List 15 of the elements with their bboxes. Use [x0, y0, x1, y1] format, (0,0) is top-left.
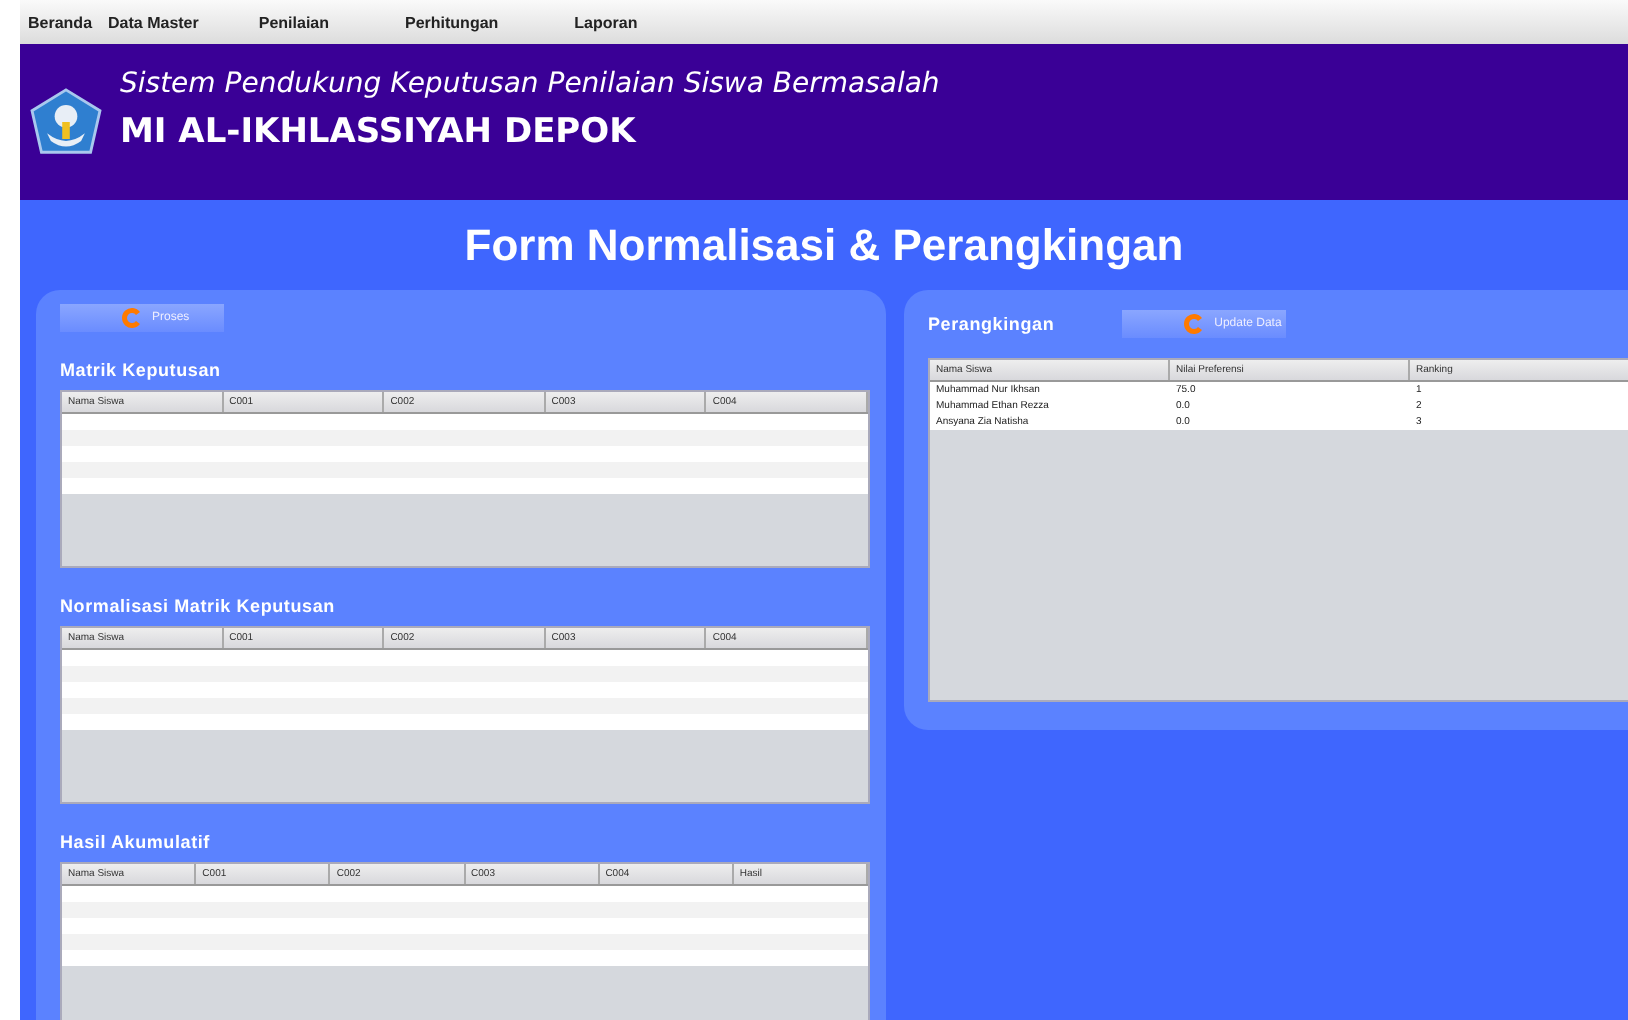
menu-item[interactable]: Perhitungan [397, 13, 507, 31]
menu-item[interactable]: Penilaian [250, 13, 337, 31]
menu-item[interactable]: Laporan [566, 13, 646, 31]
section-title: Normalisasi Matrik Keputusan [60, 596, 335, 616]
menu-item[interactable]: Data Master [100, 13, 207, 31]
school-name: MI AL-IKHLASSIYAH DEPOK [120, 112, 639, 152]
form-title: Form Normalisasi & Perangkingan [462, 218, 1186, 274]
refresh-icon [1182, 312, 1207, 336]
menu-item[interactable]: Beranda [20, 13, 101, 31]
section-title: Hasil Akumulatif [60, 832, 210, 852]
section-title: Perangkingan [928, 314, 1055, 334]
refresh-icon [120, 306, 144, 330]
app-subtitle: Sistem Pendukung Keputusan Penilaian Siswa Bermasalah [120, 68, 940, 100]
emblem-icon [28, 88, 104, 156]
section-title: Matrik Keputusan [60, 360, 221, 380]
